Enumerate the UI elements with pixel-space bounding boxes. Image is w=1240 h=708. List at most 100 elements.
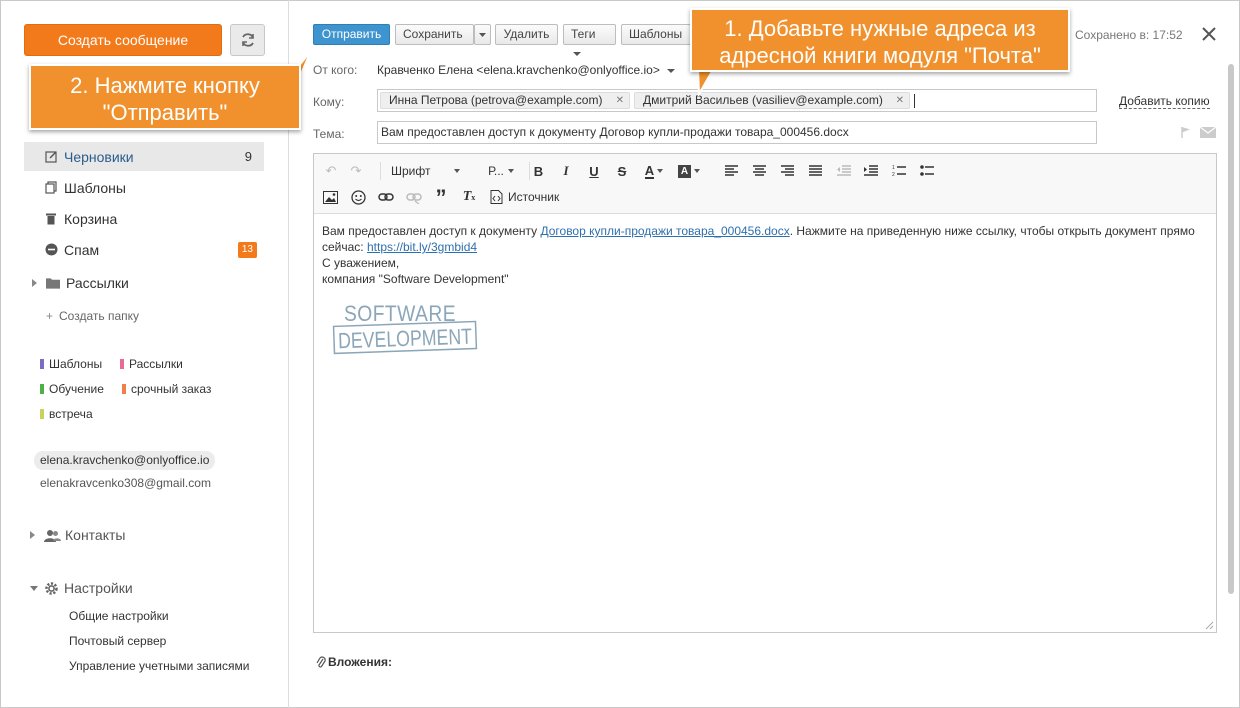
create-folder-link[interactable]: + Создать папку	[46, 309, 139, 323]
to-field[interactable]: Инна Петрова (petrova@example.com) ✕ Дмит…	[377, 89, 1097, 112]
create-message-button[interactable]: Создать сообщение	[24, 24, 222, 56]
clear-format-icon[interactable]: Tx	[460, 188, 478, 206]
short-url-link[interactable]: https://bit.ly/3gmbid4	[367, 240, 477, 254]
delete-button[interactable]: Удалить	[495, 24, 558, 45]
folder-spam[interactable]: Спам 13	[24, 235, 264, 264]
tag-label: Шаблоны	[49, 357, 103, 371]
tag-newsletters[interactable]: Рассылки	[120, 357, 183, 371]
account-gmail[interactable]: elenakravcenko308@gmail.com	[40, 476, 211, 490]
contacts-section[interactable]: Контакты	[30, 527, 125, 543]
subject-input[interactable]: Вам предоставлен доступ к документу Дого…	[377, 121, 1097, 144]
text-color-icon[interactable]: A	[641, 162, 667, 180]
message-body[interactable]: Вам предоставлен доступ к документу Дого…	[322, 223, 1208, 287]
align-right-icon[interactable]	[781, 165, 794, 176]
refresh-button[interactable]	[230, 24, 265, 56]
flag-icon[interactable]	[1180, 126, 1192, 138]
chevron-down-icon	[667, 68, 676, 73]
remove-icon[interactable]: ✕	[616, 93, 624, 108]
tag-meeting[interactable]: встреча	[40, 407, 93, 421]
source-button[interactable]: Источник	[490, 188, 565, 206]
save-button[interactable]: Сохранить	[395, 24, 474, 45]
font-size-select[interactable]: Р...	[484, 162, 518, 180]
font-size-value: Р...	[488, 164, 504, 178]
recipient-name: Дмитрий Васильев (vasiliev@example.com)	[643, 93, 883, 107]
unlink-icon[interactable]	[406, 192, 422, 204]
logo-bottom-text: DEVELOPMENT	[338, 324, 473, 354]
contacts-icon	[44, 529, 61, 542]
to-label: Кому:	[313, 95, 345, 109]
trash-icon	[44, 212, 58, 226]
tag-color-icon	[40, 384, 44, 394]
tag-templates[interactable]: Шаблоны	[40, 357, 102, 371]
paperclip-icon	[316, 656, 326, 668]
chevron-down-icon	[507, 169, 514, 173]
settings-general[interactable]: Общие настройки	[69, 609, 169, 623]
settings-section[interactable]: Настройки	[30, 580, 133, 596]
numbered-list-icon[interactable]: 12	[892, 164, 906, 177]
tag-label: Рассылки	[129, 357, 183, 371]
settings-mail-server[interactable]: Почтовый сервер	[69, 634, 166, 648]
expand-arrow-icon[interactable]	[30, 531, 35, 539]
source-icon	[490, 190, 503, 204]
undo-icon[interactable]: ↶	[322, 162, 340, 180]
indent-icon[interactable]	[864, 165, 878, 176]
collapse-arrow-icon[interactable]	[30, 585, 38, 591]
underline-icon[interactable]: U	[585, 162, 603, 180]
folder-trash[interactable]: Корзина	[24, 204, 264, 233]
emoji-icon[interactable]	[351, 190, 366, 205]
send-button[interactable]: Отправить	[313, 24, 390, 45]
account-onlyoffice[interactable]: elena.kravchenko@onlyoffice.io	[34, 451, 216, 470]
folder-icon	[46, 276, 60, 290]
tag-color-icon	[120, 359, 124, 369]
chevron-down-icon	[479, 33, 486, 37]
remove-icon[interactable]: ✕	[896, 93, 904, 108]
align-left-icon[interactable]	[725, 165, 738, 176]
document-link[interactable]: Договор купли-продажи товара_000456.docx	[540, 224, 789, 238]
recipient-chip[interactable]: Дмитрий Васильев (vasiliev@example.com) ✕	[634, 92, 910, 109]
templates-button[interactable]: Шаблоны	[621, 24, 691, 45]
recipient-chip[interactable]: Инна Петрова (petrova@example.com) ✕	[380, 92, 630, 109]
blockquote-icon[interactable]: ”	[432, 187, 450, 209]
settings-accounts[interactable]: Управление учетными записями	[69, 659, 249, 673]
folder-templates[interactable]: Шаблоны	[24, 173, 264, 202]
gear-icon	[45, 581, 58, 595]
tags-button[interactable]: Теги	[563, 24, 616, 56]
align-justify-icon[interactable]	[809, 165, 822, 176]
edit-icon	[44, 150, 58, 164]
message-editor[interactable]: ↶ ↷ Шрифт Р... B I U S A A 12 ” Tx Источ	[313, 153, 1217, 633]
scrollbar-thumb[interactable]	[1228, 64, 1234, 594]
subject-label: Тема:	[313, 127, 345, 141]
highlight-color-icon[interactable]: A	[676, 162, 702, 180]
from-select[interactable]: Кравченко Елена <elena.kravchenko@onlyof…	[377, 63, 676, 78]
create-folder-label: Создать папку	[59, 309, 140, 323]
strikethrough-icon[interactable]: S	[613, 162, 631, 180]
expand-arrow-icon[interactable]	[32, 278, 37, 287]
redo-icon[interactable]: ↷	[347, 162, 365, 180]
recipient-name: Инна Петрова (petrova@example.com)	[389, 93, 603, 107]
callout-step-2: 2. Нажмите кнопку "Отправить"	[29, 64, 301, 130]
folder-newsletters[interactable]: Рассылки	[24, 268, 264, 297]
tag-color-icon	[122, 384, 126, 394]
resize-handle-icon[interactable]	[1205, 621, 1214, 630]
settings-label: Настройки	[64, 580, 133, 596]
from-value: Кравченко Елена <elena.kravchenko@onlyof…	[377, 63, 660, 77]
align-center-icon[interactable]	[753, 165, 766, 176]
bullet-list-icon[interactable]	[920, 164, 934, 177]
attachments-section[interactable]: Вложения:	[316, 655, 392, 669]
folder-drafts[interactable]: Черновики 9	[24, 142, 264, 171]
tag-label: срочный заказ	[131, 382, 212, 396]
add-copy-link[interactable]: Добавить копию	[1119, 95, 1210, 109]
close-icon[interactable]	[1200, 25, 1218, 43]
body-intro: Вам предоставлен доступ к документу	[322, 224, 541, 238]
save-dropdown[interactable]	[474, 24, 491, 45]
outdent-icon[interactable]	[837, 165, 851, 176]
bold-icon[interactable]: B	[529, 162, 547, 180]
italic-icon[interactable]: I	[557, 162, 575, 180]
envelope-icon[interactable]	[1200, 127, 1216, 138]
link-icon[interactable]	[378, 192, 394, 202]
font-family-select[interactable]: Шрифт	[380, 162, 470, 180]
tag-training[interactable]: Обучение	[40, 382, 104, 396]
tag-urgent-order[interactable]: срочный заказ	[122, 382, 211, 396]
image-icon[interactable]	[323, 191, 338, 204]
body-company: компания "Software Development"	[322, 272, 509, 286]
